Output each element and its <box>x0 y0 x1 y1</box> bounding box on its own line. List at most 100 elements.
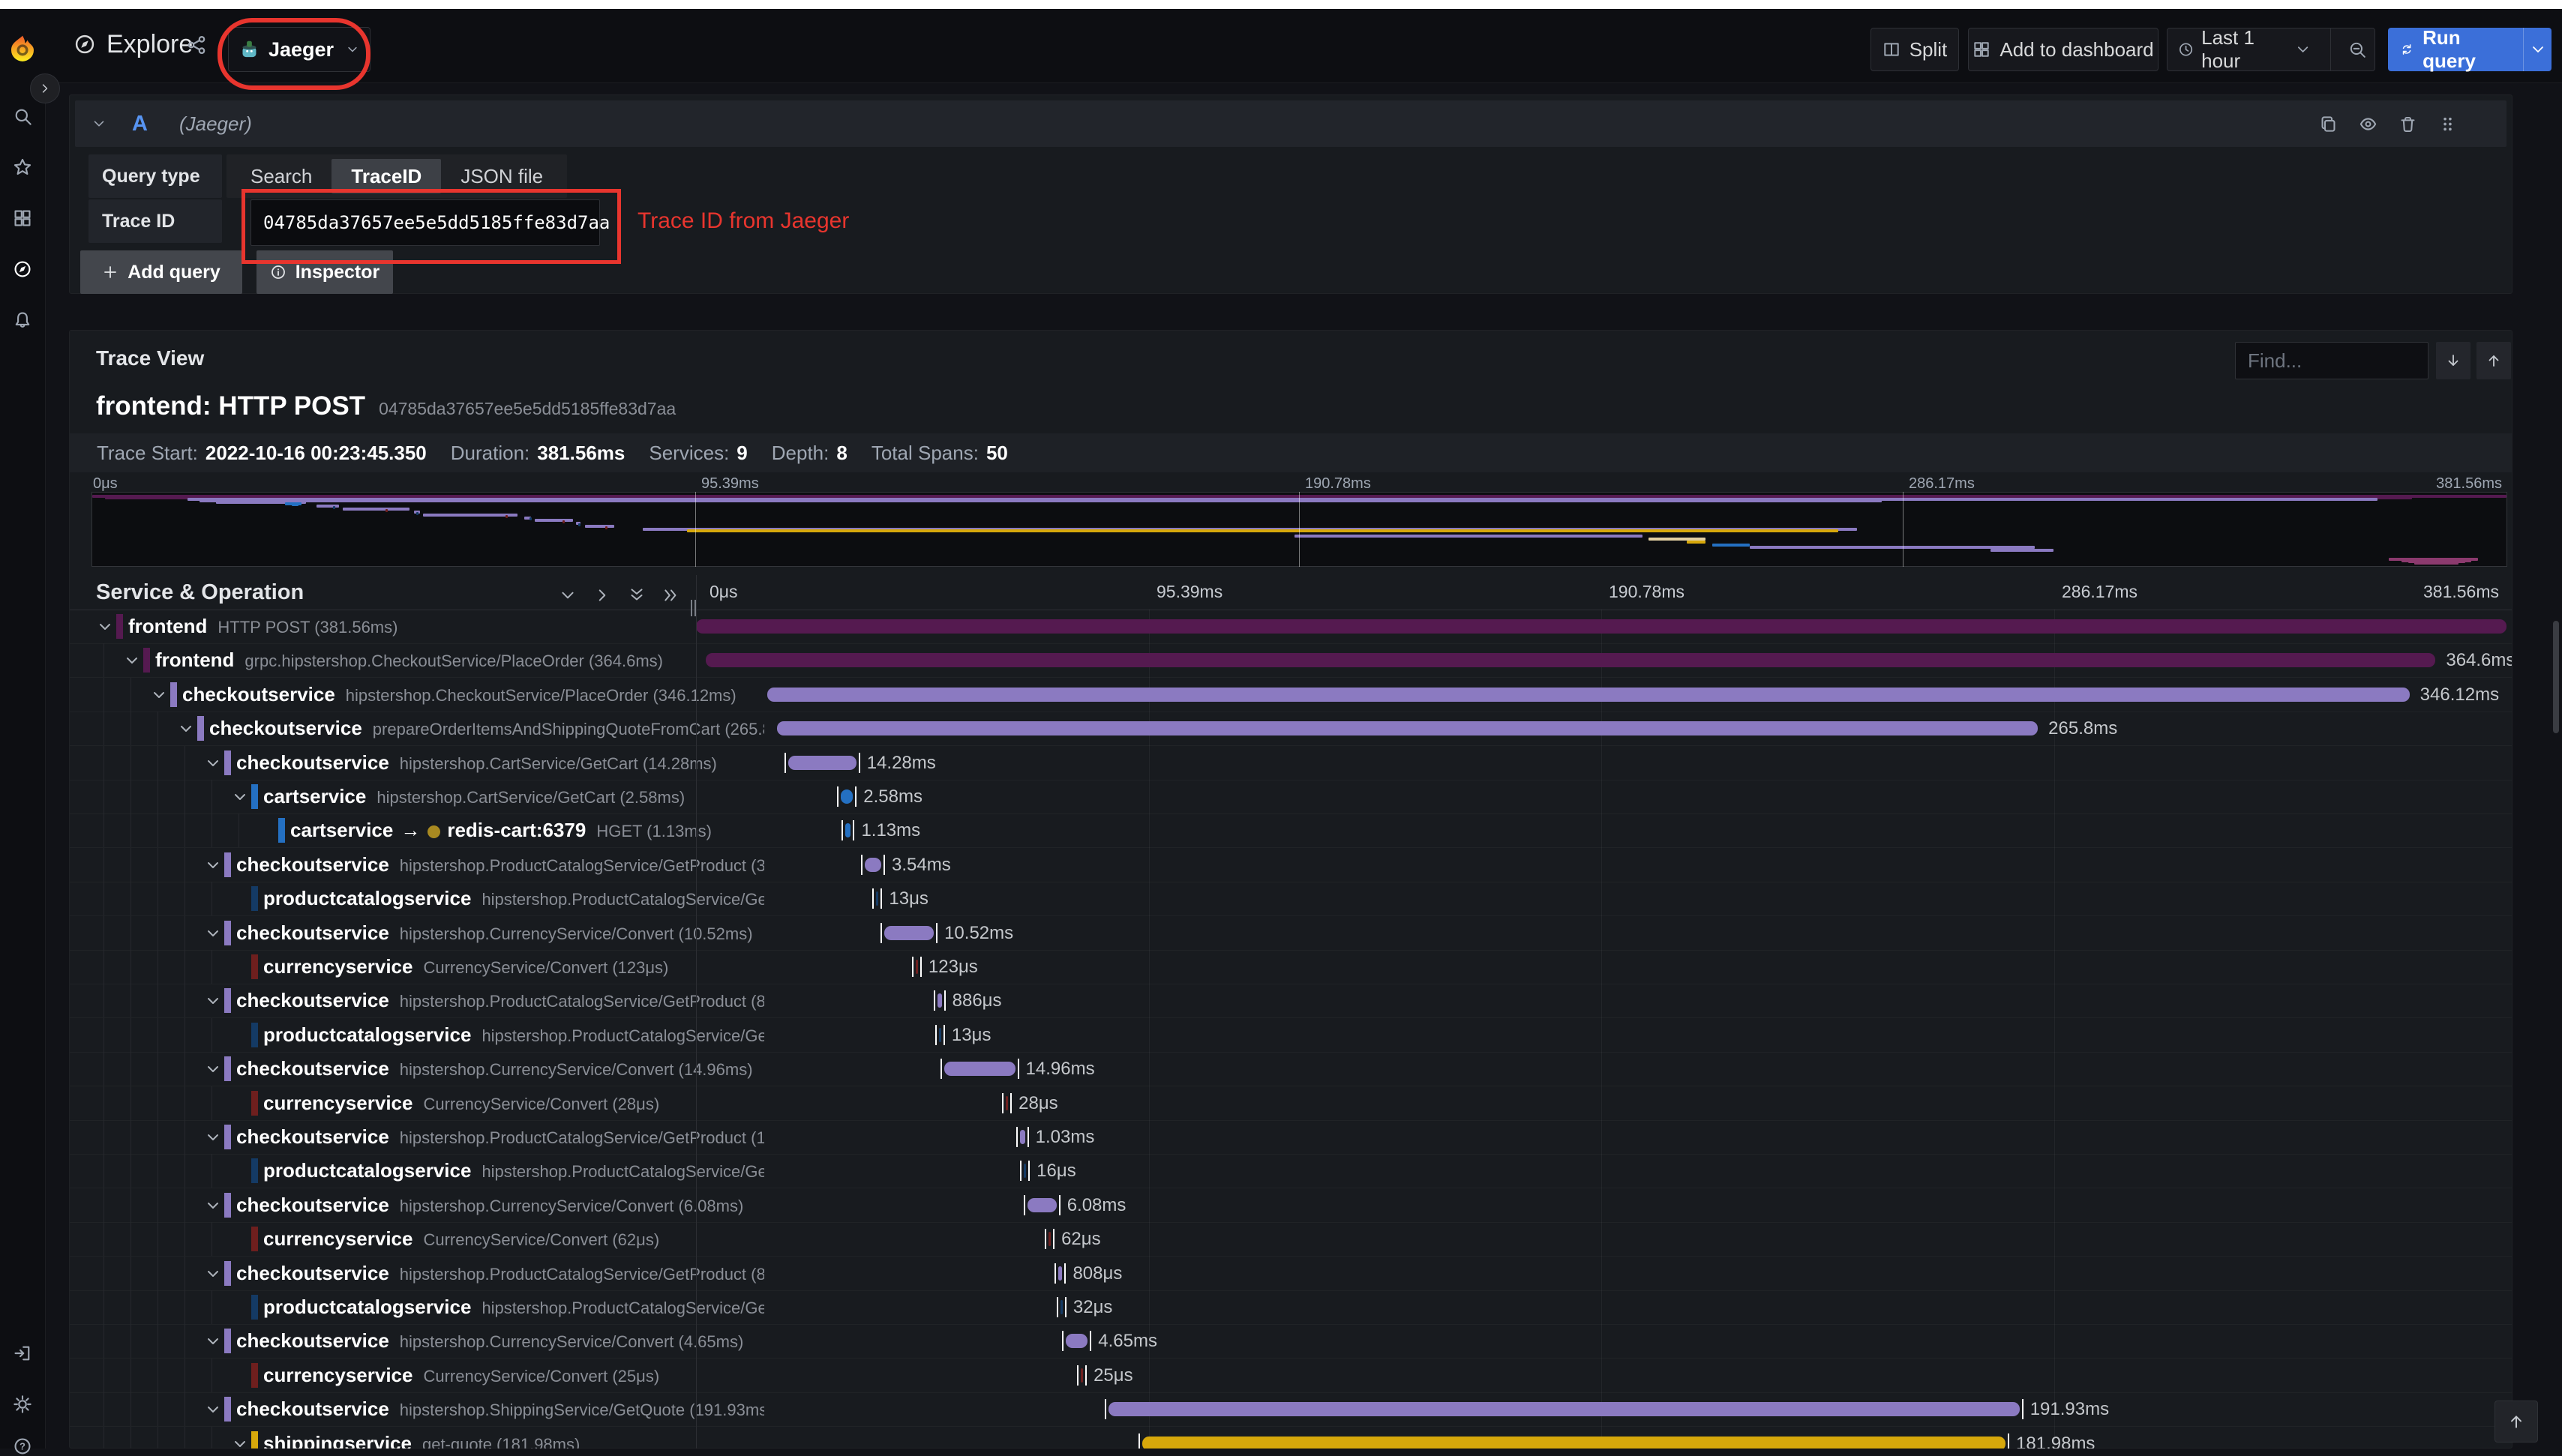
span-bar[interactable] <box>876 891 879 906</box>
chevron-down-icon[interactable] <box>205 755 221 771</box>
star-icon[interactable] <box>13 157 32 177</box>
chevron-down-icon[interactable] <box>205 925 221 942</box>
scrollbar-thumb[interactable] <box>2553 621 2559 733</box>
span-row[interactable]: productcatalogservice hipstershop.Product… <box>70 1154 2512 1188</box>
span-bar[interactable] <box>705 653 2436 668</box>
span-bar[interactable] <box>915 960 918 974</box>
span-name-cell[interactable]: productcatalogservice hipstershop.Product… <box>263 1290 764 1324</box>
drag-handle-icon[interactable] <box>2438 115 2457 133</box>
chevron-down-icon[interactable] <box>178 721 194 737</box>
share-icon[interactable] <box>186 34 207 55</box>
span-bar[interactable] <box>1065 1334 1088 1349</box>
span-name-cell[interactable]: checkoutservice prepareOrderItemsAndShipp… <box>209 712 764 745</box>
span-row[interactable]: checkoutservice hipstershop.CurrencyServi… <box>70 1324 2512 1359</box>
time-range-button[interactable]: Last 1 hour <box>2168 26 2321 72</box>
chevron-down-icon[interactable] <box>232 789 248 805</box>
span-row[interactable]: checkoutservice hipstershop.ShippingServi… <box>70 1392 2512 1427</box>
tab-json-file[interactable]: JSON file <box>441 159 562 193</box>
add-to-dashboard-button[interactable]: Add to dashboard <box>1968 28 2158 71</box>
find-next-button[interactable] <box>2436 342 2470 379</box>
span-name-cell[interactable]: currencyservice CurrencyService/Convert (… <box>263 1086 764 1120</box>
datasource-picker[interactable]: Jaeger <box>228 27 370 72</box>
trace-id-input[interactable]: 04785da37657ee5e5dd5185ffe83d7aa <box>250 199 610 246</box>
span-bar[interactable] <box>766 687 2410 702</box>
span-row[interactable]: currencyservice CurrencyService/Convert (… <box>70 1358 2512 1393</box>
duplicate-query-icon[interactable] <box>2319 115 2338 133</box>
span-bar[interactable] <box>1142 1436 2006 1449</box>
collapse-all-icon[interactable] <box>628 586 646 604</box>
grafana-logo-icon[interactable] <box>8 33 38 66</box>
chevron-down-icon[interactable] <box>205 857 221 873</box>
span-bar[interactable] <box>1060 1300 1063 1314</box>
span-name-cell[interactable]: checkoutservice hipstershop.ProductCatalo… <box>236 1257 764 1290</box>
span-row[interactable]: productcatalogservice hipstershop.Product… <box>70 882 2512 916</box>
span-bar[interactable] <box>696 619 2506 634</box>
span-row[interactable]: cartservice hipstershop.CartService/GetCa… <box>70 780 2512 814</box>
span-bar[interactable] <box>788 755 856 770</box>
span-row[interactable]: shippingservice get-quote (181.98ms) 181.9… <box>70 1426 2512 1449</box>
tab-search[interactable]: Search <box>231 159 332 193</box>
span-name-cell[interactable]: checkoutservice hipstershop.ShippingServi… <box>236 1392 764 1426</box>
apps-grid-icon[interactable] <box>13 208 32 228</box>
span-bar[interactable] <box>1048 1232 1052 1247</box>
chevron-down-icon[interactable] <box>205 1061 221 1077</box>
delete-query-icon[interactable] <box>2398 115 2417 133</box>
span-name-cell[interactable]: checkoutservice hipstershop.CurrencyServi… <box>236 1052 764 1086</box>
span-name-cell[interactable]: checkoutservice hipstershop.CurrencyServi… <box>236 1324 764 1358</box>
span-row[interactable]: checkoutservice hipstershop.ProductCatalo… <box>70 1120 2512 1155</box>
scroll-to-top-button[interactable] <box>2494 1401 2538 1443</box>
chevron-down-icon[interactable] <box>97 619 113 635</box>
chevron-down-icon[interactable] <box>205 1197 221 1214</box>
expand-one-icon[interactable] <box>593 586 611 604</box>
span-row[interactable]: checkoutservice hipstershop.ProductCatalo… <box>70 847 2512 882</box>
span-bar[interactable] <box>938 993 942 1008</box>
span-name-cell[interactable]: checkoutservice hipstershop.CheckoutServi… <box>182 678 764 712</box>
column-divider[interactable] <box>696 575 697 1449</box>
span-bar[interactable] <box>944 1062 1016 1077</box>
span-bar[interactable] <box>1006 1095 1009 1110</box>
span-row[interactable]: frontend HTTP POST (381.56ms) <box>70 610 2512 644</box>
gear-icon[interactable] <box>13 1395 32 1414</box>
toggle-visibility-icon[interactable] <box>2359 115 2378 133</box>
span-name-cell[interactable]: cartservice → redis-cart:6379 HGET (1.13ms) <box>290 813 764 847</box>
run-query-dropdown[interactable] <box>2523 28 2552 71</box>
help-icon[interactable]: ? <box>13 1437 32 1456</box>
span-bar[interactable] <box>884 925 934 940</box>
inspector-button[interactable]: Inspector <box>256 250 393 294</box>
span-row[interactable]: currencyservice CurrencyService/Convert (… <box>70 1222 2512 1257</box>
span-bar[interactable] <box>1024 1164 1027 1179</box>
bell-icon[interactable] <box>13 310 32 330</box>
chevron-down-icon[interactable] <box>92 116 106 131</box>
span-row[interactable]: checkoutservice hipstershop.CheckoutServi… <box>70 677 2512 712</box>
span-bar[interactable] <box>1028 1197 1057 1212</box>
run-query-main[interactable]: Run query <box>2388 26 2514 72</box>
span-name-cell[interactable]: cartservice hipstershop.CartService/GetCa… <box>263 780 764 813</box>
sidebar-expand-button[interactable] <box>30 73 60 103</box>
span-name-cell[interactable]: frontend grpc.hipstershop.CheckoutService… <box>155 643 764 677</box>
chevron-down-icon[interactable] <box>205 993 221 1009</box>
span-name-cell[interactable]: productcatalogservice hipstershop.Product… <box>263 882 764 915</box>
find-prev-button[interactable] <box>2476 342 2511 379</box>
span-row[interactable]: checkoutservice prepareOrderItemsAndShipp… <box>70 712 2512 746</box>
span-bar[interactable] <box>845 823 851 838</box>
chevron-down-icon[interactable] <box>205 1129 221 1146</box>
explore-compass-icon[interactable] <box>13 259 32 279</box>
span-row[interactable]: productcatalogservice hipstershop.Product… <box>70 1017 2512 1053</box>
span-row[interactable]: cartservice → redis-cart:6379 HGET (1.13ms)… <box>70 813 2512 848</box>
span-bar[interactable] <box>840 789 854 804</box>
time-zoom-out-button[interactable] <box>2340 28 2374 70</box>
tab-traceid[interactable]: TraceID <box>332 159 442 193</box>
span-bar[interactable] <box>864 857 881 872</box>
span-name-cell[interactable]: currencyservice CurrencyService/Convert (… <box>263 950 764 984</box>
column-resize-handle[interactable] <box>691 600 703 616</box>
span-bar[interactable] <box>1058 1266 1063 1281</box>
span-name-cell[interactable]: checkoutservice hipstershop.ProductCatalo… <box>236 1120 764 1154</box>
span-bar[interactable] <box>1081 1368 1084 1383</box>
span-row[interactable]: checkoutservice hipstershop.CartService/G… <box>70 745 2512 780</box>
span-row[interactable]: checkoutservice hipstershop.CurrencyServi… <box>70 1052 2512 1086</box>
chevron-down-icon[interactable] <box>124 652 140 669</box>
collapse-one-icon[interactable] <box>559 586 577 604</box>
span-name-cell[interactable]: checkoutservice hipstershop.ProductCatalo… <box>236 984 764 1017</box>
span-bar[interactable] <box>938 1027 941 1042</box>
chevron-down-icon[interactable] <box>205 1333 221 1350</box>
